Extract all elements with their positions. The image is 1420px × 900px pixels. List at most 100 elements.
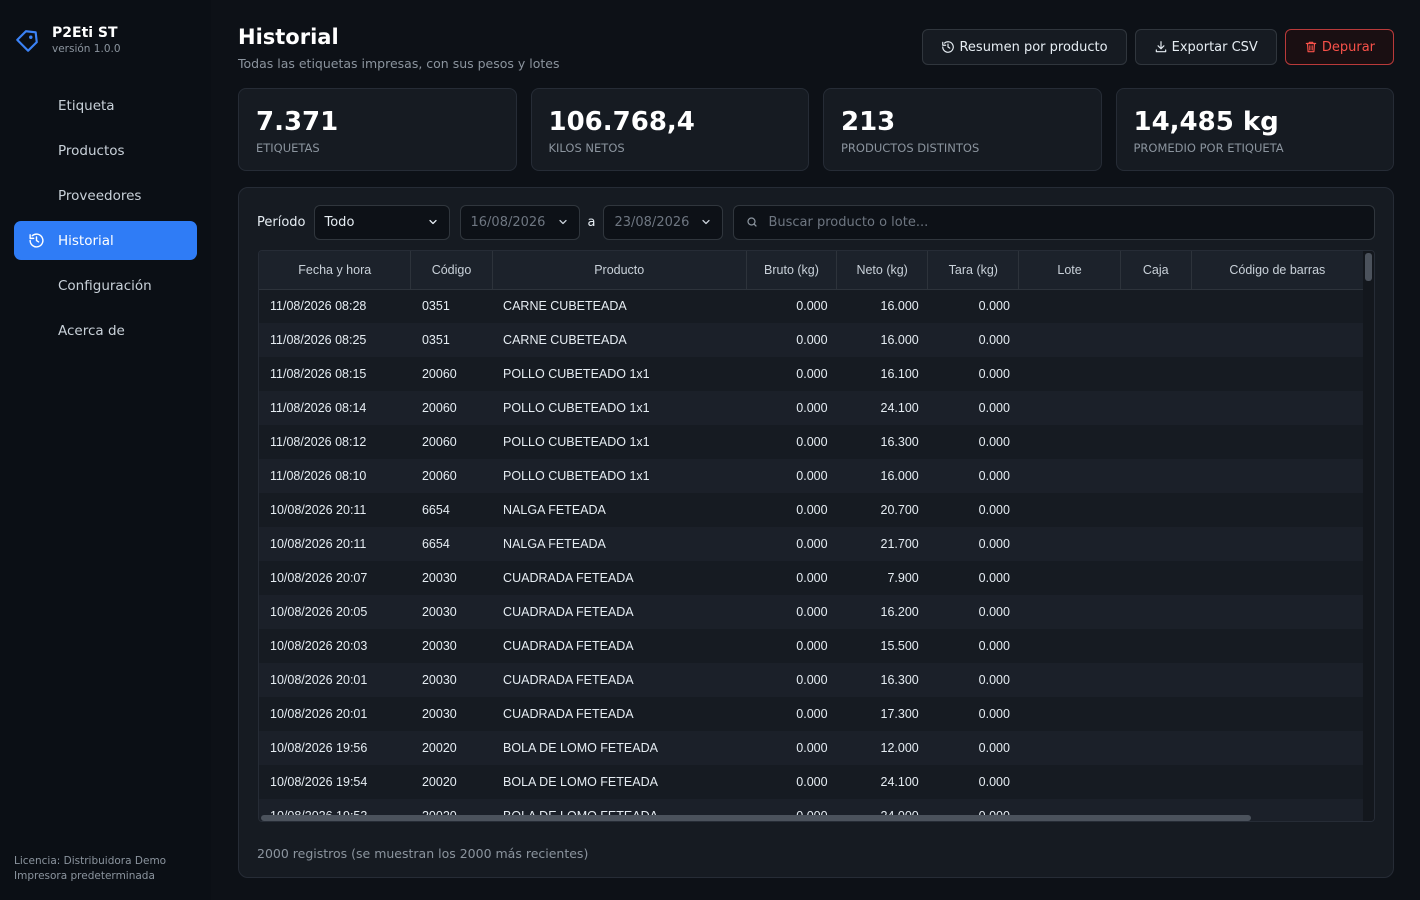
column-header-codigo-barras[interactable]: Código de barras: [1191, 251, 1365, 290]
table-cell: 0.000: [927, 289, 1019, 323]
date-from-select[interactable]: 16/08/2026: [459, 204, 580, 240]
history-table: Fecha y hora Código Producto Bruto (kg) …: [259, 251, 1365, 821]
stat-value: 7.371: [256, 107, 339, 137]
table-cell: 0.000: [927, 663, 1019, 697]
table-header: Fecha y hora Código Producto Bruto (kg) …: [259, 251, 1365, 290]
purge-button[interactable]: Depurar: [1284, 29, 1394, 65]
table-cell: [1191, 289, 1364, 323]
table-cell: 0.000: [927, 357, 1019, 391]
table-cell: 0.000: [746, 493, 837, 527]
sidebar: P2Eti ST versión 1.0.0 Etiqueta Producto…: [0, 0, 211, 900]
vertical-scrollbar-track[interactable]: [1363, 251, 1374, 821]
table-row[interactable]: 11/08/2026 08:15 20060 POLLO CUBETEADO 1x1…: [259, 357, 1364, 391]
table-row[interactable]: 10/08/2026 20:11 6654 NALGA FETEADA 0.000 20…: [259, 493, 1364, 527]
table-row[interactable]: 10/08/2026 20:05 20030 CUADRADA FETEADA 0.0…: [259, 595, 1364, 629]
table-cell: 11/08/2026 08:14: [259, 391, 411, 425]
table-cell: [1120, 629, 1192, 663]
horizontal-scrollbar-thumb[interactable]: [261, 815, 1251, 821]
table-row[interactable]: 10/08/2026 20:07 20030 CUADRADA FETEADA 0.0…: [259, 561, 1364, 595]
table-row[interactable]: 10/08/2026 19:56 20020 BOLA DE LOMO FETEAD…: [259, 731, 1364, 765]
sidebar-item-historial[interactable]: Historial: [14, 221, 197, 260]
table-row[interactable]: 10/08/2026 19:54 20020 BOLA DE LOMO FETEAD…: [259, 765, 1364, 799]
table-cell: [1191, 323, 1364, 357]
table-cell: NALGA FETEADA: [492, 527, 747, 561]
sidebar-item-configuracion[interactable]: Configuración: [14, 266, 197, 305]
sidebar-item-etiqueta[interactable]: Etiqueta: [14, 86, 197, 125]
history-table-container[interactable]: Fecha y hora Código Producto Bruto (kg) …: [258, 250, 1375, 822]
table-cell: 10/08/2026 20:01: [259, 663, 411, 697]
table-row[interactable]: 10/08/2026 20:01 20030 CUADRADA FETEADA 0.0…: [259, 663, 1364, 697]
table-cell: 16.200: [836, 595, 928, 629]
date-to-value: 23/08/2026: [614, 214, 690, 230]
column-header-lote[interactable]: Lote: [1018, 251, 1121, 290]
table-cell: 24.100: [836, 391, 928, 425]
column-header-codigo[interactable]: Código: [410, 251, 493, 290]
table-cell: POLLO CUBETEADO 1x1: [492, 425, 747, 459]
table-cell: CUADRADA FETEADA: [492, 561, 747, 595]
table-cell: [1191, 765, 1364, 799]
vertical-scrollbar-thumb[interactable]: [1365, 253, 1372, 281]
column-header-tara[interactable]: Tara (kg): [927, 251, 1020, 290]
stat-value: 213: [841, 107, 896, 137]
table-cell: [1120, 493, 1192, 527]
stat-card-kilos-netos: 106.768,4 Kilos netos: [530, 88, 809, 171]
table-cell: [1191, 493, 1364, 527]
column-header-caja[interactable]: Caja: [1120, 251, 1192, 290]
date-to-select[interactable]: 23/08/2026: [603, 204, 724, 240]
column-header-fecha[interactable]: Fecha y hora: [259, 251, 412, 290]
table-row[interactable]: 10/08/2026 20:01 20030 CUADRADA FETEADA 0.0…: [259, 697, 1364, 731]
table-cell: 10/08/2026 19:54: [259, 765, 411, 799]
table-cell: POLLO CUBETEADO 1x1: [492, 357, 747, 391]
column-header-bruto[interactable]: Bruto (kg): [746, 251, 838, 290]
tag-icon: [16, 30, 38, 52]
summary-by-product-button[interactable]: Resumen por producto: [922, 29, 1127, 65]
download-icon: [1155, 41, 1166, 53]
sidebar-item-label: Configuración: [58, 277, 152, 294]
trash-icon: [1305, 41, 1317, 53]
table-cell: 10/08/2026 20:07: [259, 561, 411, 595]
sidebar-item-acerca-de[interactable]: Acerca de: [14, 311, 197, 350]
table-row[interactable]: 11/08/2026 08:25 0351 CARNE CUBETEADA 0.000…: [259, 323, 1364, 357]
sidebar-item-label: Proveedores: [58, 187, 142, 204]
table-cell: 16.000: [836, 289, 928, 323]
table-cell: 0.000: [746, 595, 837, 629]
table-row[interactable]: 11/08/2026 08:12 20060 POLLO CUBETEADO 1x1…: [259, 425, 1364, 459]
table-cell: CUADRADA FETEADA: [492, 595, 747, 629]
table-cell: 11/08/2026 08:10: [259, 459, 411, 493]
table-row[interactable]: 10/08/2026 20:11 6654 NALGA FETEADA 0.000 21…: [259, 527, 1364, 561]
app-title: P2Eti ST: [52, 25, 118, 41]
table-cell: [1018, 289, 1121, 323]
table-row[interactable]: 11/08/2026 08:28 0351 CARNE CUBETEADA 0.000…: [259, 289, 1364, 323]
table-cell: [1120, 765, 1192, 799]
period-select[interactable]: Todo: [313, 204, 450, 240]
table-cell: 16.300: [836, 425, 928, 459]
export-csv-button[interactable]: Exportar CSV: [1134, 29, 1277, 65]
column-header-neto[interactable]: Neto (kg): [836, 251, 929, 290]
table-cell: 20060: [410, 391, 493, 425]
stat-card-productos-distintos: 213 Productos distintos: [823, 88, 1102, 171]
table-cell: 20020: [410, 765, 493, 799]
table-row[interactable]: 11/08/2026 08:10 20060 POLLO CUBETEADO 1x1…: [259, 459, 1364, 493]
table-cell: [1191, 459, 1364, 493]
table-cell: [1018, 357, 1121, 391]
license-text: Licencia: Distribuidora Demo: [14, 855, 167, 867]
table-row[interactable]: 11/08/2026 08:14 20060 POLLO CUBETEADO 1x1…: [259, 391, 1364, 425]
search-input[interactable]: [768, 214, 1329, 230]
table-row[interactable]: 10/08/2026 20:03 20030 CUADRADA FETEADA 0.0…: [259, 629, 1364, 663]
table-cell: [1018, 391, 1121, 425]
page-subtitle: Todas las etiquetas impresas, con sus pe…: [238, 56, 560, 71]
table-cell: 16.000: [836, 459, 928, 493]
table-cell: 15.500: [836, 629, 928, 663]
table-cell: 0.000: [746, 697, 837, 731]
table-cell: CARNE CUBETEADA: [492, 289, 747, 323]
sidebar-item-productos[interactable]: Productos: [14, 131, 197, 170]
sidebar-footer: Licencia: Distribuidora Demo Impresora p…: [14, 854, 166, 884]
header-actions: Resumen por producto Exportar CSV Depura…: [922, 29, 1394, 65]
summary-button-label: Resumen por producto: [959, 39, 1108, 55]
table-cell: [1191, 425, 1364, 459]
sidebar-item-proveedores[interactable]: Proveedores: [14, 176, 197, 215]
table-cell: 11/08/2026 08:28: [259, 289, 411, 323]
table-cell: 0.000: [927, 527, 1019, 561]
column-header-producto[interactable]: Producto: [492, 251, 747, 290]
table-cell: 0.000: [927, 629, 1019, 663]
